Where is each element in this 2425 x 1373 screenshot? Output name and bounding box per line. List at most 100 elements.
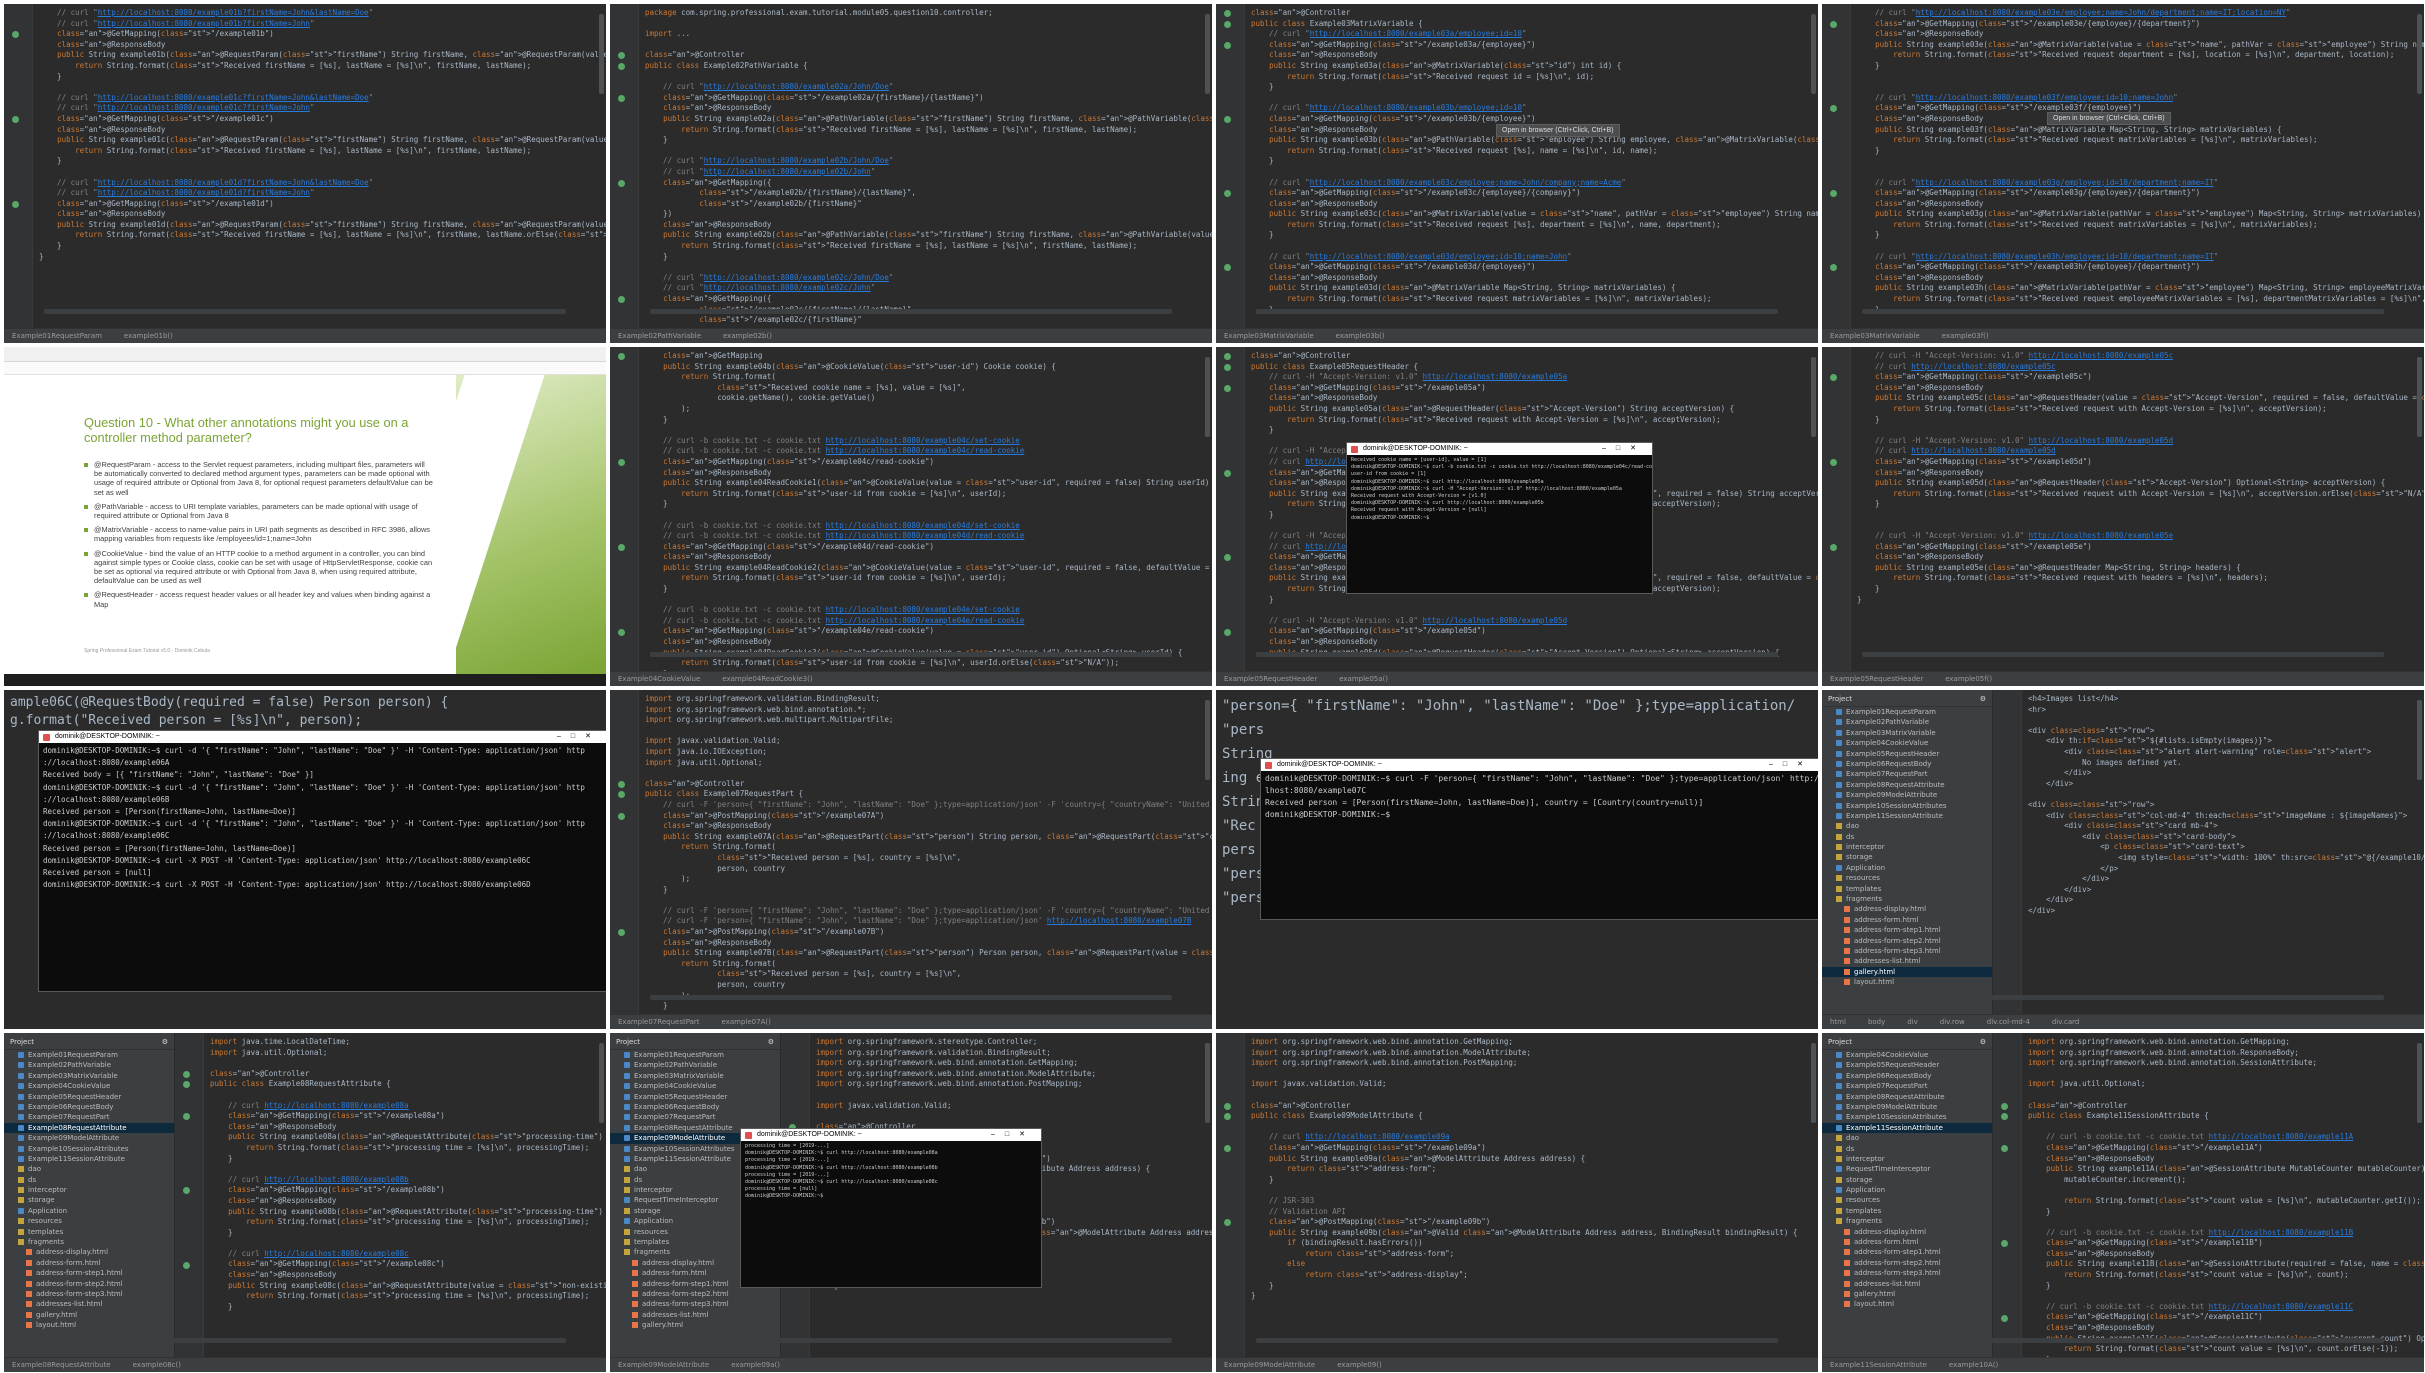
code-editor[interactable]: import org.springframework.validation.Bi… <box>639 690 1212 1014</box>
project-tree-item[interactable]: address-form-step3.html <box>610 1299 780 1309</box>
project-tree-item[interactable]: gallery.html <box>1822 966 1992 978</box>
project-tree-item[interactable]: Example07RequestPart <box>4 1112 174 1122</box>
horizontal-scrollbar[interactable] <box>44 1338 566 1343</box>
horizontal-scrollbar[interactable] <box>44 309 566 314</box>
breadcrumb-item[interactable]: example07A() <box>722 1018 771 1026</box>
breadcrumb-item[interactable]: Example07RequestPart <box>618 1018 700 1026</box>
project-tree-item[interactable]: Example11SessionAttribute <box>4 1154 174 1164</box>
gutter-mapping-icon[interactable] <box>1224 1219 1231 1227</box>
project-tree-item[interactable]: storage <box>1822 852 1992 862</box>
project-tree-item[interactable]: Example08RequestAttribute <box>1822 1092 1992 1102</box>
project-tree-item[interactable]: templates <box>4 1227 174 1237</box>
breadcrumb-item[interactable]: html <box>1830 1018 1846 1026</box>
horizontal-scrollbar[interactable] <box>650 652 1172 657</box>
project-tree-item[interactable]: address-display.html <box>1822 1227 1992 1237</box>
vertical-scrollbar[interactable] <box>1811 14 1816 94</box>
gutter-mapping-icon[interactable] <box>1224 41 1231 49</box>
horizontal-scrollbar[interactable] <box>650 1338 1172 1343</box>
code-editor[interactable]: // curl "http://localhost:8080/example01… <box>33 4 606 328</box>
project-tree-item[interactable]: address-form-step1.html <box>1822 925 1992 935</box>
project-tree-item[interactable]: Example04CookieValue <box>4 1081 174 1091</box>
project-tree-item[interactable]: dao <box>1822 821 1992 831</box>
gear-icon[interactable]: ⚙ <box>768 1038 774 1046</box>
project-tree-item[interactable]: Example04CookieValue <box>610 1081 780 1091</box>
code-editor[interactable]: import java.time.LocalDateTime; import ja… <box>204 1033 606 1357</box>
video-thumbnail[interactable]: Project ⚙ Example01RequestParam Example02Pa… <box>610 1033 1212 1372</box>
project-tree-item[interactable]: gallery.html <box>610 1320 780 1330</box>
project-tree-item[interactable]: Example03MatrixVariable <box>4 1071 174 1081</box>
breadcrumb-item[interactable]: example02b() <box>723 332 772 340</box>
project-tree-item[interactable]: fragments <box>1822 1216 1992 1226</box>
video-thumbnail[interactable]: // curl -H "Accept-Version: v1.0" http:/… <box>1822 347 2424 686</box>
gutter-mapping-icon[interactable] <box>1224 363 1231 371</box>
project-tree-item[interactable]: storage <box>1822 1175 1992 1185</box>
vertical-scrollbar[interactable] <box>599 14 604 94</box>
terminal-output[interactable]: dominik@DESKTOP-DOMINIK:~$ curl -d '{ "f… <box>39 743 606 893</box>
gutter-mapping-icon[interactable] <box>1830 264 1837 272</box>
project-tree-item[interactable]: address-display.html <box>4 1247 174 1257</box>
breadcrumb-item[interactable]: example03f() <box>1942 332 1989 340</box>
breadcrumb-item[interactable]: example08c() <box>133 1361 181 1369</box>
terminal-output[interactable]: processing time = [2019-...] dominik@DESK… <box>741 1141 1041 1203</box>
project-tree-item[interactable]: address-form-step3.html <box>1822 946 1992 956</box>
gutter-mapping-icon[interactable] <box>618 52 625 60</box>
project-tree-item[interactable]: addresses-list.html <box>610 1310 780 1320</box>
project-tree-item[interactable]: Example01RequestParam <box>1822 707 1992 717</box>
project-panel-header[interactable]: Project ⚙ <box>610 1035 780 1050</box>
terminal-window[interactable]: dominik@DESKTOP-DOMINIK: ~ –□✕ processing … <box>740 1128 1042 1288</box>
breadcrumb-item[interactable]: example09a() <box>731 1361 780 1369</box>
project-tree-item[interactable]: Example01RequestParam <box>4 1050 174 1060</box>
pdf-toolbar[interactable] <box>4 362 606 375</box>
gutter-mapping-icon[interactable] <box>2001 1145 2008 1152</box>
gutter-mapping-icon[interactable] <box>618 929 625 937</box>
gutter-mapping-icon[interactable] <box>12 31 19 39</box>
project-tree-item[interactable]: gallery.html <box>4 1310 174 1320</box>
project-tree-item[interactable]: Example05RequestHeader <box>1822 749 1992 759</box>
project-tree-item[interactable]: Example09ModelAttribute <box>1822 790 1992 800</box>
breadcrumb-item[interactable]: Example09ModelAttribute <box>1224 1361 1315 1369</box>
gutter-mapping-icon[interactable] <box>2001 1102 2008 1110</box>
project-tree-item[interactable]: layout.html <box>4 1320 174 1330</box>
project-tree-item[interactable]: address-form.html <box>4 1258 174 1268</box>
gutter-mapping-icon[interactable] <box>618 812 625 820</box>
breadcrumb-item[interactable]: div <box>1907 1018 1918 1026</box>
project-tree-item[interactable]: interceptor <box>1822 842 1992 852</box>
breadcrumb-item[interactable]: example09() <box>1337 1361 1382 1369</box>
window-controls[interactable]: –□✕ <box>557 731 601 743</box>
project-tree-item[interactable]: Example09ModelAttribute <box>1822 1102 1992 1112</box>
vertical-scrollbar[interactable] <box>1205 14 1210 94</box>
gutter-mapping-icon[interactable] <box>183 1261 190 1269</box>
video-thumbnail[interactable]: Project ⚙ Example04CookieValue Example05Req… <box>1822 1033 2424 1372</box>
project-tree-item[interactable]: interceptor <box>4 1185 174 1195</box>
gutter-mapping-icon[interactable] <box>1830 190 1837 198</box>
gutter-mapping-icon[interactable] <box>12 200 19 208</box>
gutter-mapping-icon[interactable] <box>1830 459 1837 466</box>
breadcrumb-item[interactable]: example05f() <box>1945 675 1992 683</box>
project-tree-item[interactable]: Application <box>1822 1185 1992 1195</box>
video-thumbnail[interactable]: Question 10 - What other annotations mig… <box>4 347 606 686</box>
project-tree-item[interactable]: dao <box>4 1164 174 1174</box>
vertical-scrollbar[interactable] <box>2417 700 2422 780</box>
gutter-mapping-icon[interactable] <box>1830 105 1837 113</box>
video-thumbnail[interactable]: package com.spring.professional.exam.tut… <box>610 4 1212 343</box>
project-tree-item[interactable]: Example11SessionAttribute <box>1822 811 1992 821</box>
horizontal-scrollbar[interactable] <box>1862 1338 2384 1343</box>
project-tree-item[interactable]: address-form-step2.html <box>1822 936 1992 946</box>
project-tree-item[interactable]: Example10SessionAttributes <box>4 1144 174 1154</box>
breadcrumb-item[interactable]: div.col-md-4 <box>1987 1018 2030 1026</box>
gutter-mapping-icon[interactable] <box>183 1187 190 1195</box>
project-tree-item[interactable]: RequestTimeInterceptor <box>1822 1164 1992 1174</box>
gutter-mapping-icon[interactable] <box>1224 190 1231 198</box>
project-tree-item[interactable]: ds <box>1822 832 1992 842</box>
project-tree-item[interactable]: interceptor <box>1822 1154 1992 1164</box>
project-tree-item[interactable]: Example10SessionAttributes <box>1822 801 1992 811</box>
project-tree-item[interactable]: addresses-list.html <box>1822 1279 1992 1289</box>
code-editor[interactable]: import org.springframework.web.bind.anno… <box>1245 1033 1818 1357</box>
project-tree-item[interactable]: address-form-step2.html <box>4 1279 174 1289</box>
vertical-scrollbar[interactable] <box>1205 700 1210 780</box>
project-tree-item[interactable]: ds <box>4 1175 174 1185</box>
window-controls[interactable]: –□✕ <box>991 1129 1035 1141</box>
project-tree-item[interactable]: templates <box>1822 1206 1992 1216</box>
project-tree-item[interactable]: address-form-step1.html <box>1822 1247 1992 1257</box>
vertical-scrollbar[interactable] <box>1205 1043 1210 1123</box>
